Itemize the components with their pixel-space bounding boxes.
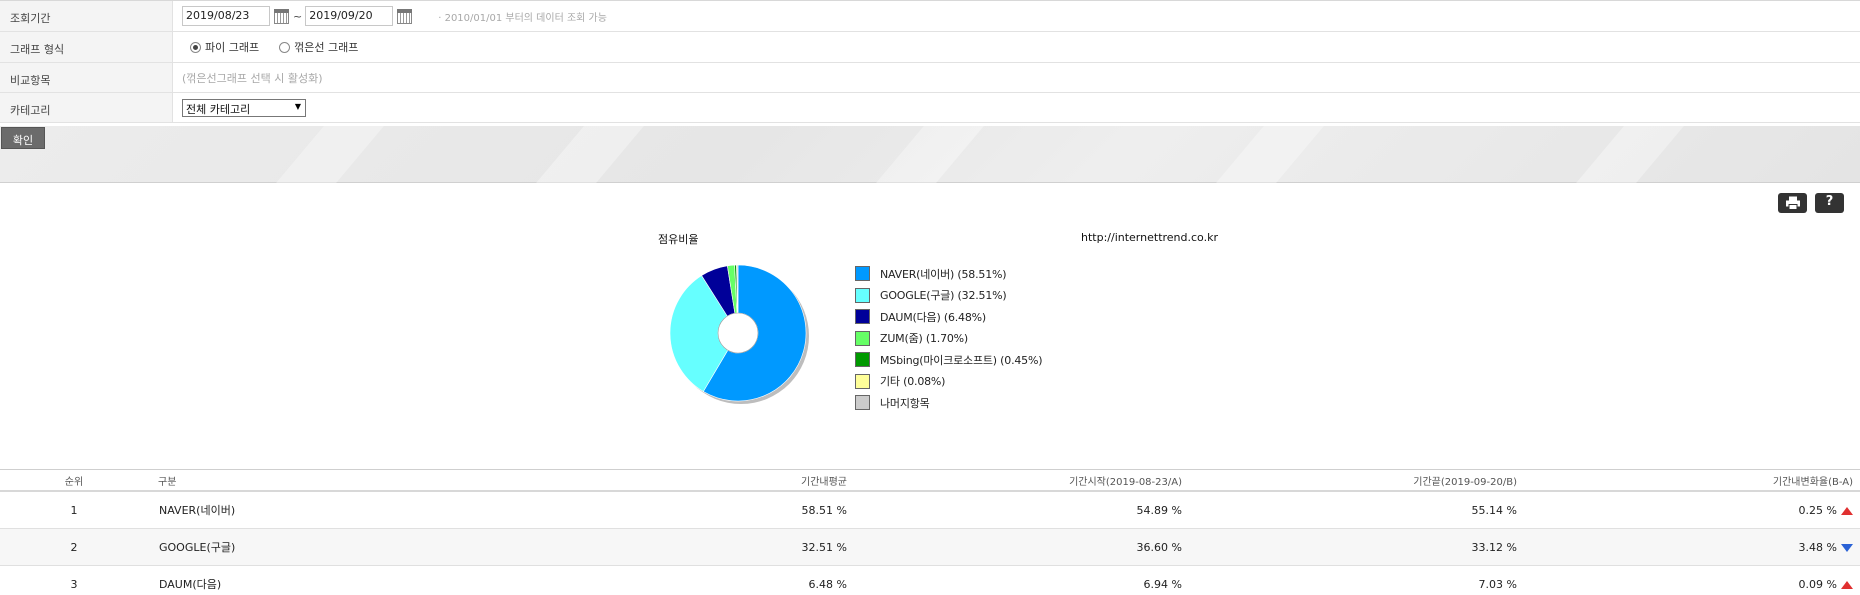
- search-filter-form: 조회기간 2019/08/23 ~ 2019/09/20 · 2010/01/0…: [0, 0, 1860, 123]
- start-date-input[interactable]: 2019/08/23: [182, 6, 270, 26]
- header-change: 기간내변화율(B-A): [1772, 476, 1853, 488]
- cell-rank: 2: [70, 540, 78, 554]
- header-rank: 순위: [64, 476, 84, 488]
- legend-item: MSbing(마이크로소프트) (0.45%): [855, 349, 1043, 371]
- legend-item: NAVER(네이버) (58.51%): [855, 263, 1042, 285]
- end-date-input[interactable]: 2019/09/20: [305, 6, 394, 26]
- legend-label: NAVER(네이버) (58.51%): [880, 267, 1007, 281]
- legend-swatch: [855, 373, 870, 389]
- cell-change: 0.25 %: [1517, 504, 1853, 517]
- compare-note: (꺾은선그래프 선택 시 활성화): [182, 71, 323, 85]
- share-table: 순위 구분 기간내평균 기간시작(2019-08-23/A) 기간끝(2019-…: [0, 469, 1860, 595]
- legend-swatch: [855, 330, 870, 346]
- cell-change: 3.48 %: [1517, 541, 1853, 554]
- trend-down-icon: [1841, 543, 1853, 552]
- table-row: 2 GOOGLE(구글) 32.51 % 36.60 % 33.12 % 3.4…: [0, 529, 1860, 566]
- graph-type-row: 그래프 형식 파이 그래프 꺾은선 그래프: [0, 32, 1860, 63]
- trend-up-icon: [1841, 580, 1853, 589]
- compare-label: 비교항목: [0, 63, 173, 92]
- change-value: 0.09 %: [1798, 577, 1837, 591]
- change-value: 3.48 %: [1798, 540, 1837, 554]
- legend-item: GOOGLE(구글) (32.51%): [855, 285, 1042, 307]
- period-note: · 2010/01/01 부터의 데이터 조회 가능: [438, 12, 607, 24]
- category-select[interactable]: 전체 카테고리: [182, 98, 306, 117]
- header-average: 기간내평균: [801, 476, 847, 488]
- cell-rank: 1: [70, 503, 78, 517]
- change-value: 0.25 %: [1798, 503, 1837, 517]
- period-row: 조회기간 2019/08/23 ~ 2019/09/20 · 2010/01/0…: [0, 1, 1860, 32]
- pie-chart: [669, 264, 809, 404]
- legend-item: 나머지항목: [855, 392, 1042, 414]
- table-header: 순위 구분 기간내평균 기간시작(2019-08-23/A) 기간끝(2019-…: [0, 470, 1860, 492]
- pie-graph-label[interactable]: 파이 그래프: [205, 39, 259, 55]
- category-row: 카테고리 전체 카테고리: [0, 93, 1860, 123]
- header-start: 기간시작(2019-08-23/A): [1069, 476, 1182, 488]
- line-graph-label[interactable]: 꺾은선 그래프: [294, 39, 358, 55]
- compare-row: 비교항목 (꺾은선그래프 선택 시 활성화): [0, 63, 1860, 93]
- table-row: 1 NAVER(네이버) 58.51 % 54.89 % 55.14 % 0.2…: [0, 492, 1860, 529]
- cell-start: 54.89 %: [1136, 503, 1182, 517]
- printer-icon: [1785, 196, 1800, 210]
- legend-label: 나머지항목: [880, 396, 930, 410]
- pie-hole: [717, 312, 759, 354]
- chart-legend: NAVER(네이버) (58.51%) GOOGLE(구글) (32.51%) DA…: [855, 263, 1043, 414]
- legend-label: ZUM(줌) (1.70%): [880, 332, 969, 346]
- cell-change: 0.09 %: [1517, 578, 1853, 591]
- legend-swatch: [855, 395, 870, 411]
- legend-label: DAUM(다음) (6.48%): [880, 310, 986, 324]
- legend-swatch: [855, 352, 870, 368]
- help-button[interactable]: ?: [1815, 193, 1844, 213]
- cell-name: DAUM(다음): [159, 578, 222, 591]
- period-label: 조회기간: [0, 1, 173, 31]
- header-end: 기간끝(2019-09-20/B): [1413, 476, 1517, 488]
- table-row: 3 DAUM(다음) 6.48 % 6.94 % 7.03 % 0.09 %: [0, 566, 1860, 595]
- chart-source: http://internettrend.co.kr: [1081, 231, 1218, 244]
- cell-start: 36.60 %: [1136, 540, 1182, 554]
- cell-rank: 3: [70, 577, 78, 591]
- legend-item: ZUM(줌) (1.70%): [855, 328, 1042, 350]
- cell-average: 6.48 %: [808, 577, 847, 591]
- legend-swatch: [855, 287, 870, 303]
- chart-panel: ? 점유비율 http://internettrend.co.kr NAVER(…: [0, 183, 1860, 469]
- category-label: 카테고리: [0, 93, 173, 122]
- header-name: 구분: [158, 476, 177, 488]
- print-button[interactable]: [1778, 193, 1807, 213]
- end-calendar-icon[interactable]: [397, 8, 413, 24]
- start-calendar-icon[interactable]: [274, 8, 289, 24]
- cell-end: 7.03 %: [1478, 577, 1517, 591]
- cell-end: 55.14 %: [1471, 503, 1517, 517]
- action-band: 확인: [0, 126, 1860, 183]
- cell-start: 6.94 %: [1143, 577, 1182, 591]
- legend-label: MSbing(마이크로소프트) (0.45%): [880, 353, 1043, 367]
- cell-name: GOOGLE(구글): [159, 541, 236, 554]
- cell-name: NAVER(네이버): [159, 504, 236, 517]
- graph-type-label: 그래프 형식: [0, 32, 173, 62]
- legend-item: 기타 (0.08%): [855, 371, 1042, 393]
- legend-label: GOOGLE(구글) (32.51%): [880, 289, 1007, 303]
- confirm-button[interactable]: 확인: [1, 127, 45, 149]
- cell-average: 32.51 %: [801, 540, 847, 554]
- chart-title: 점유비율: [658, 233, 699, 246]
- legend-swatch: [855, 266, 870, 282]
- legend-item: DAUM(다음) (6.48%): [855, 306, 1042, 328]
- date-range-separator: ~: [293, 9, 303, 23]
- cell-average: 58.51 %: [801, 503, 847, 517]
- line-graph-radio[interactable]: [279, 41, 291, 53]
- cell-end: 33.12 %: [1471, 540, 1517, 554]
- pie-graph-radio[interactable]: [190, 41, 201, 53]
- legend-label: 기타 (0.08%): [880, 375, 946, 389]
- trend-up-icon: [1841, 506, 1853, 515]
- legend-swatch: [855, 309, 870, 325]
